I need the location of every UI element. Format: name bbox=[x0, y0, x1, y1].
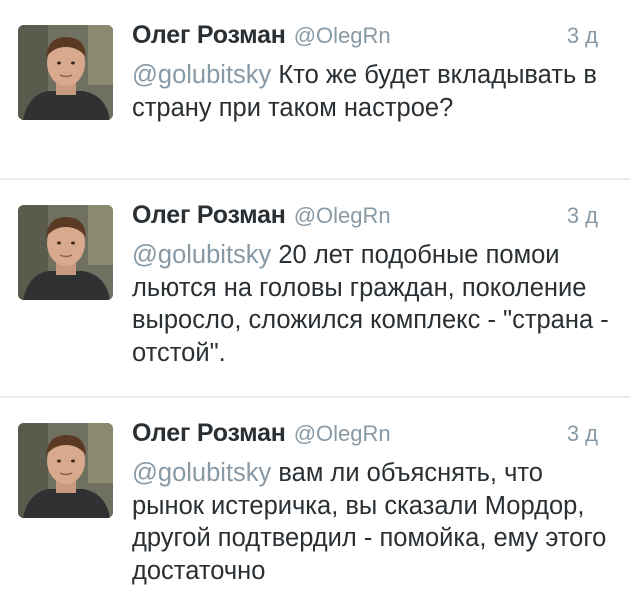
author-name[interactable]: Олег Розман bbox=[132, 201, 286, 229]
tweet-timestamp[interactable]: 3 д bbox=[567, 421, 598, 447]
author-name[interactable]: Олег Розман bbox=[132, 21, 286, 49]
tweet-timestamp[interactable]: 3 д bbox=[567, 23, 598, 49]
avatar[interactable] bbox=[18, 25, 113, 120]
author-handle[interactable]: @OlegRn bbox=[294, 421, 391, 446]
author-handle[interactable]: @OlegRn bbox=[294, 23, 391, 48]
mention-link[interactable]: @golubitsky bbox=[132, 241, 271, 269]
mention-link[interactable]: @golubitsky bbox=[132, 459, 271, 487]
tweet-text: @golubitsky Кто же будет вкладывать в ст… bbox=[132, 59, 612, 124]
tweet[interactable]: Олег Розман @OlegRn 3 д @golubitsky вам л… bbox=[0, 398, 630, 610]
tweet[interactable]: Олег Розман @OlegRn 3 д @golubitsky Кто ж… bbox=[0, 0, 630, 180]
author-handle[interactable]: @OlegRn bbox=[294, 203, 391, 228]
tweet-text: @golubitsky 20 лет подобные помои льются… bbox=[132, 239, 612, 369]
mention-link[interactable]: @golubitsky bbox=[132, 61, 271, 89]
author-name[interactable]: Олег Розман bbox=[132, 419, 286, 447]
tweet-header: Олег Розман @OlegRn 3 д bbox=[132, 21, 610, 53]
tweet[interactable]: Олег Розман @OlegRn 3 д @golubitsky 20 ле… bbox=[0, 180, 630, 398]
avatar[interactable] bbox=[18, 423, 113, 518]
tweet-timestamp[interactable]: 3 д bbox=[567, 203, 598, 229]
tweet-header: Олег Розман @OlegRn 3 д bbox=[132, 201, 610, 233]
tweet-text: @golubitsky вам ли объяснять, что рынок … bbox=[132, 457, 612, 587]
avatar[interactable] bbox=[18, 205, 113, 300]
tweet-header: Олег Розман @OlegRn 3 д bbox=[132, 419, 610, 451]
